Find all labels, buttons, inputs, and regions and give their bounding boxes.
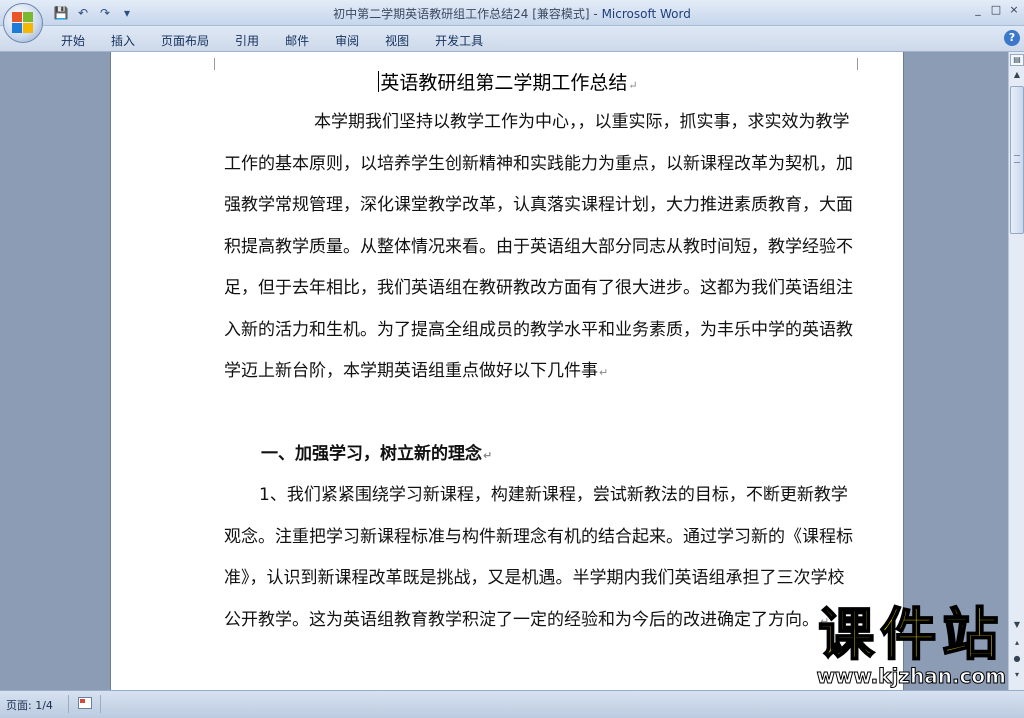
paragraph-intro[interactable]: 本学期我们坚持以教学工作为中心，，以重实际，抓实事，求实效为教学工作的基本原则，… — [224, 102, 854, 394]
close-button[interactable]: × — [1008, 3, 1020, 16]
window-title: 初中第二学期英语教研组工作总结24 [兼容模式] - Microsoft Wor… — [0, 5, 1024, 22]
proofing-icon[interactable] — [78, 697, 92, 709]
ribbon-tab-row: 开始 插入 页面布局 引用 邮件 审阅 视图 开发工具 ? — [0, 26, 1024, 52]
previous-page-icon[interactable]: ▴ — [1010, 636, 1024, 650]
title-bar: 💾 ↶ ↷ ▾ 初中第二学期英语教研组工作总结24 [兼容模式] - Micro… — [0, 0, 1024, 26]
paragraph-mark: ↵ — [483, 449, 493, 462]
browse-object-icon[interactable]: ● — [1010, 652, 1024, 666]
watermark-url: www.kjzhan.com — [816, 664, 1007, 689]
section-heading[interactable]: 一、加强学习，树立新的理念↵ — [261, 434, 891, 477]
scroll-down-icon[interactable]: ▼ — [1010, 618, 1024, 632]
document-heading[interactable]: 英语教研组第二学期工作总结↵ — [111, 68, 905, 95]
watermark-text: 课件站 — [817, 603, 1005, 668]
document-area: 英语教研组第二学期工作总结↵ 本学期我们坚持以教学工作为中心，，以重实际，抓实事… — [0, 52, 1008, 690]
tab-page-layout[interactable]: 页面布局 — [148, 30, 222, 51]
next-page-icon[interactable]: ▾ — [1010, 668, 1024, 682]
tab-developer[interactable]: 开发工具 — [422, 30, 496, 51]
office-logo-icon — [12, 12, 34, 34]
tab-references[interactable]: 引用 — [222, 30, 272, 51]
document-filename: 初中第二学期英语教研组工作总结24 [兼容模式] — [333, 7, 590, 21]
scrollbar-thumb[interactable] — [1010, 86, 1024, 234]
status-divider — [68, 695, 69, 713]
tab-review[interactable]: 审阅 — [322, 30, 372, 51]
view-ruler-icon[interactable]: ▤ — [1010, 54, 1024, 66]
vertical-scrollbar[interactable]: ▤ ▲ ▼ ▴ ● ▾ — [1008, 52, 1024, 690]
tab-home[interactable]: 开始 — [48, 30, 98, 51]
app-name: Microsoft Word — [601, 7, 691, 21]
paragraph-mark: ↵ — [599, 366, 609, 379]
office-button[interactable] — [3, 3, 43, 43]
help-icon[interactable]: ? — [1004, 30, 1020, 46]
status-divider — [100, 695, 101, 713]
tab-insert[interactable]: 插入 — [98, 30, 148, 51]
scroll-up-icon[interactable]: ▲ — [1010, 68, 1024, 82]
window-controls: _ □ × — [972, 3, 1020, 16]
grip-icon — [1014, 155, 1020, 163]
watermark-logo: 课件站 www.kjzhan.com — [816, 603, 1007, 689]
title-separator: - — [589, 7, 602, 21]
document-heading-text: 英语教研组第二学期工作总结 — [380, 72, 628, 94]
paragraph-learning-text: 1、我们紧紧围绕学习新课程，构建新课程，尝试新教法的目标，不断更新教学观念。注重… — [224, 485, 853, 630]
paragraph-intro-text: 本学期我们坚持以教学工作为中心，，以重实际，抓实事，求实效为教学工作的基本原则，… — [224, 112, 853, 381]
section-heading-text: 一、加强学习，树立新的理念 — [261, 444, 482, 464]
tab-view[interactable]: 视图 — [372, 30, 422, 51]
document-page[interactable]: 英语教研组第二学期工作总结↵ 本学期我们坚持以教学工作为中心，，以重实际，抓实事… — [110, 52, 904, 690]
tab-mailings[interactable]: 邮件 — [272, 30, 322, 51]
paragraph-learning[interactable]: 1、我们紧紧围绕学习新课程，构建新课程，尝试新教法的目标，不断更新教学观念。注重… — [224, 475, 854, 642]
status-bar: 页面: 1/4 — [0, 690, 1024, 718]
maximize-button[interactable]: □ — [990, 3, 1002, 16]
paragraph-mark: ↵ — [628, 79, 638, 92]
page-count[interactable]: 页面: 1/4 — [6, 697, 53, 713]
ribbon-tabs: 开始 插入 页面布局 引用 邮件 审阅 视图 开发工具 — [48, 30, 496, 51]
minimize-button[interactable]: _ — [972, 3, 984, 16]
